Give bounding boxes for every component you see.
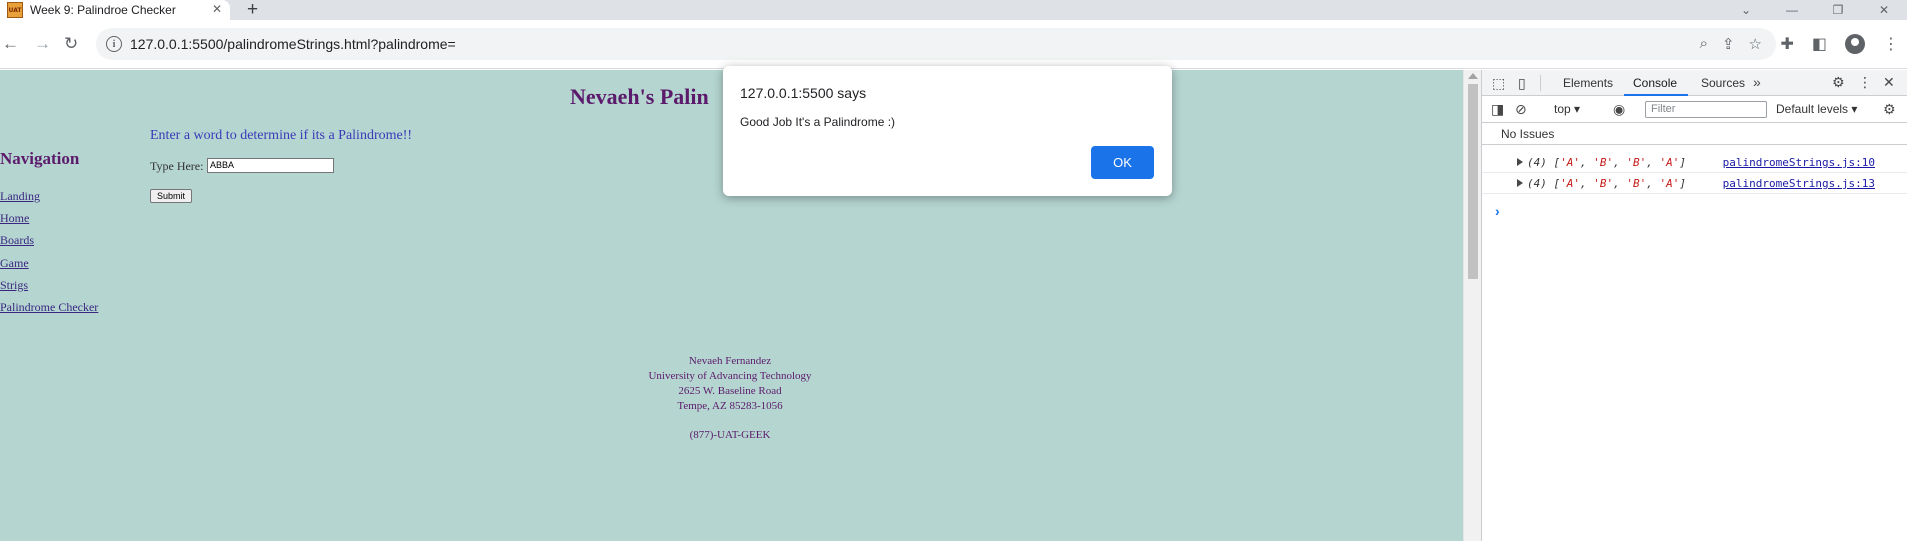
- address-bar[interactable]: i 127.0.0.1:5500/palindromeStrings.html?…: [96, 28, 1776, 60]
- footer: Nevaeh Fernandez University of Advancing…: [560, 354, 900, 443]
- tab-search-icon[interactable]: ⌄: [1723, 0, 1769, 20]
- clear-console-icon[interactable]: ⊘: [1515, 102, 1527, 116]
- device-toolbar-icon[interactable]: ▯: [1518, 76, 1526, 90]
- restore-icon[interactable]: ❐: [1815, 0, 1861, 20]
- live-expression-eye-icon[interactable]: ◉: [1613, 102, 1625, 116]
- nav-link-boards[interactable]: Boards: [0, 233, 34, 248]
- console-log-row[interactable]: (4) ['A', 'B', 'B', 'A'] palindromeStrin…: [1482, 174, 1907, 194]
- profile-avatar-icon[interactable]: [1845, 34, 1865, 54]
- tab-console[interactable]: Console: [1633, 76, 1677, 90]
- side-panel-icon[interactable]: ◧: [1812, 34, 1827, 54]
- close-window-icon[interactable]: ✕: [1861, 0, 1907, 20]
- extensions-icon[interactable]: ✚: [1780, 34, 1793, 54]
- scroll-thumb[interactable]: [1468, 84, 1478, 279]
- site-title: Nevaeh's Palin: [570, 84, 709, 109]
- log-array: (4) ['A', 'B', 'B', 'A']: [1527, 177, 1686, 190]
- context-selector[interactable]: top ▾: [1554, 102, 1580, 116]
- console-toolbar: ◨ ⊘ top ▾ ◉ Filter Default levels ▾ ⚙: [1482, 96, 1907, 123]
- nav-link-palindrome-checker[interactable]: Palindrome Checker: [0, 300, 98, 315]
- toolbar-actions: ✚ ◧ ⋮: [1780, 34, 1899, 54]
- console-log-row[interactable]: (4) ['A', 'B', 'B', 'A'] palindromeStrin…: [1482, 153, 1907, 173]
- inspect-element-icon[interactable]: ⬚: [1492, 76, 1505, 90]
- sidebar-toggle-icon[interactable]: ◨: [1491, 102, 1504, 116]
- new-tab-button[interactable]: +: [247, 0, 258, 21]
- footer-name: Nevaeh Fernandez: [688, 355, 772, 367]
- ok-button[interactable]: OK: [1091, 146, 1154, 179]
- settings-gear-icon[interactable]: ⚙: [1832, 75, 1845, 89]
- footer-phone: (877)-UAT-GEEK: [689, 429, 771, 441]
- scroll-up-arrow-icon[interactable]: [1468, 73, 1478, 79]
- devtools-panel: ⬚ ▯ Elements Console Sources » ⚙ ⋮ ✕ ◨ ⊘…: [1481, 70, 1907, 541]
- page-scrollbar[interactable]: [1463, 70, 1481, 541]
- tab-title: Week 9: Palindroe Checker: [30, 3, 176, 17]
- nav-link-strigs[interactable]: Strigs: [0, 278, 28, 293]
- alert-dialog: 127.0.0.1:5500 says Good Job It's a Pali…: [723, 66, 1172, 196]
- close-devtools-icon[interactable]: ✕: [1883, 75, 1895, 89]
- tab-elements[interactable]: Elements: [1563, 76, 1613, 90]
- favicon-icon: UAT: [7, 2, 23, 18]
- submit-button[interactable]: Submit: [150, 189, 192, 203]
- footer-school: University of Advancing Technology: [648, 370, 812, 382]
- reload-icon[interactable]: ↻: [64, 35, 78, 52]
- footer-city: Tempe, AZ 85283-1056: [677, 400, 783, 412]
- issues-text: No Issues: [1501, 127, 1555, 141]
- zoom-icon[interactable]: ⌕: [1700, 35, 1708, 53]
- console-settings-gear-icon[interactable]: ⚙: [1883, 102, 1896, 116]
- nav-link-landing[interactable]: Landing: [0, 189, 40, 204]
- footer-street: 2625 W. Baseline Road: [678, 385, 782, 397]
- minimize-icon[interactable]: —: [1769, 0, 1815, 20]
- log-array: (4) ['A', 'B', 'B', 'A']: [1527, 156, 1686, 169]
- devtools-menu-icon[interactable]: ⋮: [1858, 75, 1872, 89]
- bookmark-star-icon[interactable]: ☆: [1749, 35, 1762, 53]
- browser-tab[interactable]: UAT Week 9: Palindroe Checker ✕: [0, 0, 230, 20]
- tab-strip: UAT Week 9: Palindroe Checker ✕ + ⌄ — ❐ …: [0, 0, 1907, 20]
- tab-sources[interactable]: Sources: [1701, 76, 1745, 90]
- omnibox-actions: ⌕ ⇪ ☆: [1700, 35, 1762, 53]
- tab-close-icon[interactable]: ✕: [212, 2, 222, 16]
- menu-kebab-icon[interactable]: ⋮: [1883, 34, 1899, 54]
- context-label: top: [1554, 102, 1571, 116]
- issues-bar: No Issues: [1482, 123, 1907, 145]
- console-filter-input[interactable]: Filter: [1645, 101, 1767, 118]
- instruction-text: Enter a word to determine if its a Palin…: [150, 128, 413, 143]
- nav-heading: Navigation: [0, 149, 80, 168]
- forward-arrow-icon[interactable]: →: [34, 35, 51, 52]
- nav-link-home[interactable]: Home: [0, 211, 29, 226]
- expand-triangle-icon[interactable]: [1517, 158, 1523, 166]
- url-text[interactable]: 127.0.0.1:5500/palindromeStrings.html?pa…: [130, 36, 456, 52]
- log-levels-dropdown[interactable]: Default levels ▾: [1776, 102, 1857, 116]
- type-here-label: Type Here:: [150, 159, 204, 173]
- browser-toolbar: ← → ↻ i 127.0.0.1:5500/palindromeStrings…: [0, 20, 1907, 69]
- nav-link-game[interactable]: Game: [0, 256, 29, 271]
- window-controls: ⌄ — ❐ ✕: [1723, 0, 1907, 20]
- site-info-icon[interactable]: i: [106, 36, 122, 52]
- dialog-message: Good Job It's a Palindrome :): [740, 115, 896, 129]
- expand-triangle-icon[interactable]: [1517, 179, 1523, 187]
- more-tabs-icon[interactable]: »: [1753, 75, 1761, 89]
- log-source-link[interactable]: palindromeStrings.js:13: [1723, 177, 1875, 190]
- devtools-tabbar: ⬚ ▯ Elements Console Sources » ⚙ ⋮ ✕: [1482, 70, 1907, 96]
- log-source-link[interactable]: palindromeStrings.js:10: [1723, 156, 1875, 169]
- dialog-origin: 127.0.0.1:5500 says: [740, 85, 867, 101]
- palindrome-input[interactable]: ABBA: [207, 158, 334, 173]
- back-arrow-icon[interactable]: ←: [2, 35, 19, 52]
- share-icon[interactable]: ⇪: [1722, 35, 1735, 53]
- separator: [1540, 75, 1541, 91]
- log-levels-label: Default levels: [1776, 102, 1849, 116]
- console-prompt-icon[interactable]: ›: [1495, 203, 1500, 219]
